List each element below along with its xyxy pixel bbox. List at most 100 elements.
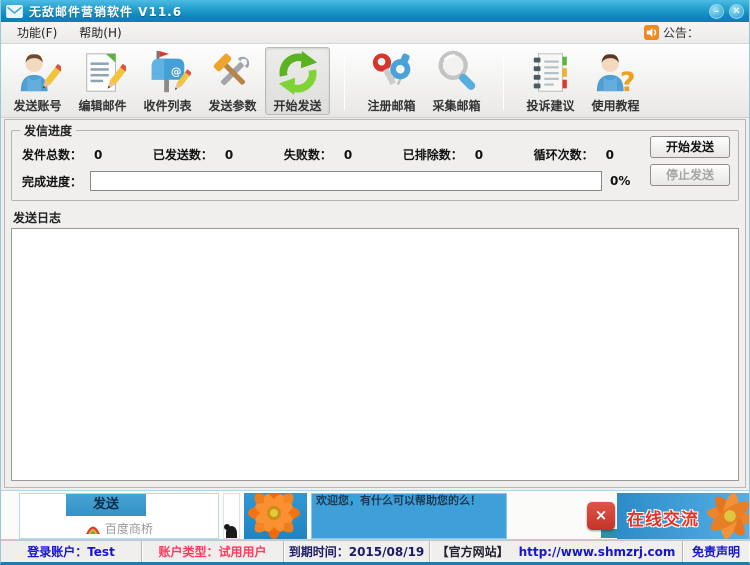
start-send-button[interactable]: 开始发送 bbox=[650, 136, 730, 158]
panda-figure bbox=[224, 524, 237, 538]
stat-value: 0 bbox=[343, 147, 353, 162]
keys-icon bbox=[372, 52, 410, 85]
official-site-url[interactable]: http://www.shmzrj.com bbox=[519, 545, 676, 559]
menu-function[interactable]: 功能(F) bbox=[9, 22, 65, 43]
toolbar-label: 发送账号 bbox=[13, 98, 62, 113]
login-value: Test bbox=[87, 544, 115, 559]
status-expiry: 到期时间： 2015/08/19 bbox=[284, 541, 430, 562]
person-question-icon: ? bbox=[596, 53, 635, 96]
stat-label: 循环次数： bbox=[533, 147, 594, 162]
minimize-button[interactable]: – bbox=[709, 3, 724, 19]
stat-value: 0 bbox=[474, 147, 484, 162]
banner-strip: 发送 百度商桥 欢迎您，有什么可以帮助您的么！ × 在线交流 bbox=[1, 490, 749, 540]
app-envelope-icon bbox=[6, 4, 23, 18]
status-official-site: 【官方网站】 http://www.shmzrj.com bbox=[430, 541, 683, 562]
app-window: 无敌邮件营销软件 V11.6 – ✕ 功能(F) 帮助(H) 公告： 发送账号 … bbox=[0, 0, 750, 565]
toolbar-label: 使用教程 bbox=[591, 98, 640, 113]
stat-value: 0 bbox=[605, 147, 614, 162]
baidu-bridge-label: 百度商桥 bbox=[104, 522, 153, 536]
titlebar: 无敌邮件营销软件 V11.6 – ✕ bbox=[1, 0, 749, 22]
stop-send-button[interactable]: 停止发送 bbox=[650, 164, 730, 186]
stat-label: 已排除数： bbox=[402, 147, 463, 162]
statusbar: 登录账户： Test 账户类型： 试用用户 到期时间： 2015/08/19 【官方网… bbox=[1, 540, 749, 562]
progress-bar bbox=[90, 171, 602, 191]
stat-label: 发件总数： bbox=[22, 147, 83, 162]
stat-label: 失败数： bbox=[283, 147, 332, 162]
account-type-label: 账户类型： bbox=[158, 545, 219, 559]
svg-text:@: @ bbox=[170, 65, 181, 77]
mailbox-icon: @ bbox=[151, 50, 191, 92]
stat-value: 0 bbox=[94, 147, 103, 162]
toolbar-label: 投诉建议 bbox=[526, 98, 575, 113]
toolbar-send-account[interactable]: 发送账号 bbox=[5, 47, 70, 115]
notebook-icon bbox=[533, 52, 567, 92]
window-title: 无敌邮件营销软件 V11.6 bbox=[29, 4, 183, 19]
group-title: 发信进度 bbox=[20, 122, 77, 139]
toolbar-label: 开始发送 bbox=[273, 98, 322, 113]
send-log-area[interactable] bbox=[11, 228, 739, 481]
toolbar-start-send[interactable]: 开始发送 bbox=[265, 46, 330, 115]
status-login-account: 登录账户： Test bbox=[1, 541, 142, 562]
magnifier-icon bbox=[438, 50, 475, 90]
speaker-icon bbox=[643, 25, 659, 40]
refresh-arrows-icon bbox=[278, 50, 317, 95]
chat-banner-flower-icon bbox=[707, 493, 749, 539]
stat-label: 已发送数： bbox=[152, 147, 213, 162]
stat-already-sent: 已发送数： 0 bbox=[153, 146, 233, 163]
stat-failed: 失败数： 0 bbox=[284, 146, 352, 163]
toolbar: 发送账号 编辑邮件 @ 收件列表 发送参数 开始发送 注册邮箱 采集邮箱 投诉建… bbox=[1, 44, 749, 118]
toolbar-tutorial[interactable]: ? 使用教程 bbox=[583, 47, 648, 115]
toolbar-collect-mailbox[interactable]: 采集邮箱 bbox=[424, 47, 489, 115]
menu-help[interactable]: 帮助(H) bbox=[71, 22, 129, 43]
toolbar-edit-mail[interactable]: 编辑邮件 bbox=[70, 47, 135, 115]
stat-total-sent: 发件总数： 0 bbox=[22, 146, 102, 163]
stats-row: 发件总数： 0 已发送数： 0 失败数： 0 已排除数： 0 循环次数： 0 bbox=[22, 143, 614, 165]
toolbar-label: 采集邮箱 bbox=[432, 98, 481, 113]
document-pencil-icon bbox=[85, 52, 126, 92]
toolbar-label: 发送参数 bbox=[208, 98, 257, 113]
main-content: 发信进度 发件总数： 0 已发送数： 0 失败数： 0 已排除数： 0 循环次数： 0 bbox=[4, 119, 746, 488]
expiry-value: 2015/08/19 bbox=[348, 544, 425, 559]
chat-send-button[interactable]: 发送 bbox=[66, 494, 146, 516]
baidu-chat-widget: 发送 百度商桥 bbox=[19, 493, 219, 539]
login-label: 登录账户： bbox=[27, 545, 88, 559]
toolbar-separator bbox=[344, 51, 345, 110]
status-account-type: 账户类型： 试用用户 bbox=[142, 541, 284, 562]
stat-excluded: 已排除数： 0 bbox=[403, 146, 483, 163]
toolbar-register-mailbox[interactable]: 注册邮箱 bbox=[359, 47, 424, 115]
sending-progress-group: 发信进度 发件总数： 0 已发送数： 0 失败数： 0 已排除数： 0 循环次数： 0 bbox=[11, 122, 739, 201]
toolbar-label: 编辑邮件 bbox=[78, 98, 127, 113]
announcement-label: 公告： bbox=[662, 26, 699, 40]
toolbar-label: 注册邮箱 bbox=[367, 98, 416, 113]
welcome-chat-banner: 欢迎您，有什么可以帮助您的么！ bbox=[311, 493, 507, 539]
panda-strip-image bbox=[223, 493, 240, 539]
banner-close-button[interactable]: × bbox=[587, 502, 615, 530]
official-site-label: 【官方网站】 bbox=[436, 545, 509, 559]
expiry-label: 到期时间： bbox=[288, 545, 349, 559]
toolbar-feedback[interactable]: 投诉建议 bbox=[518, 47, 583, 115]
flower-image bbox=[244, 493, 307, 539]
toolbar-label: 收件列表 bbox=[143, 98, 192, 113]
online-chat-banner[interactable]: 在线交流 bbox=[617, 493, 749, 539]
progress-label: 完成进度： bbox=[22, 174, 83, 189]
stat-loop-count: 循环次数： 0 bbox=[534, 146, 614, 163]
toolbar-separator bbox=[503, 51, 504, 110]
toolbar-recipient-list[interactable]: @ 收件列表 bbox=[135, 47, 200, 115]
welcome-text: 欢迎您，有什么可以帮助您的么！ bbox=[316, 494, 481, 507]
progress-row: 完成进度： 0% bbox=[22, 170, 730, 192]
announcement-area: 公告： bbox=[643, 24, 741, 41]
person-pencil-icon bbox=[20, 53, 61, 91]
svg-text:?: ? bbox=[619, 67, 635, 96]
toolbar-send-params[interactable]: 发送参数 bbox=[200, 47, 265, 115]
tools-icon bbox=[213, 53, 249, 85]
baidu-bridge-icon bbox=[86, 526, 101, 534]
send-log-title: 发送日志 bbox=[13, 211, 62, 225]
baidu-bridge-brand: 百度商桥 bbox=[20, 520, 218, 537]
status-disclaimer[interactable]: 免责声明 bbox=[683, 541, 749, 562]
stat-value: 0 bbox=[224, 147, 234, 162]
close-button[interactable]: ✕ bbox=[729, 3, 744, 19]
menubar: 功能(F) 帮助(H) 公告： bbox=[1, 22, 749, 44]
progress-percent: 0% bbox=[610, 174, 631, 188]
online-chat-label: 在线交流 bbox=[627, 510, 699, 530]
account-type-value: 试用用户 bbox=[218, 545, 267, 559]
